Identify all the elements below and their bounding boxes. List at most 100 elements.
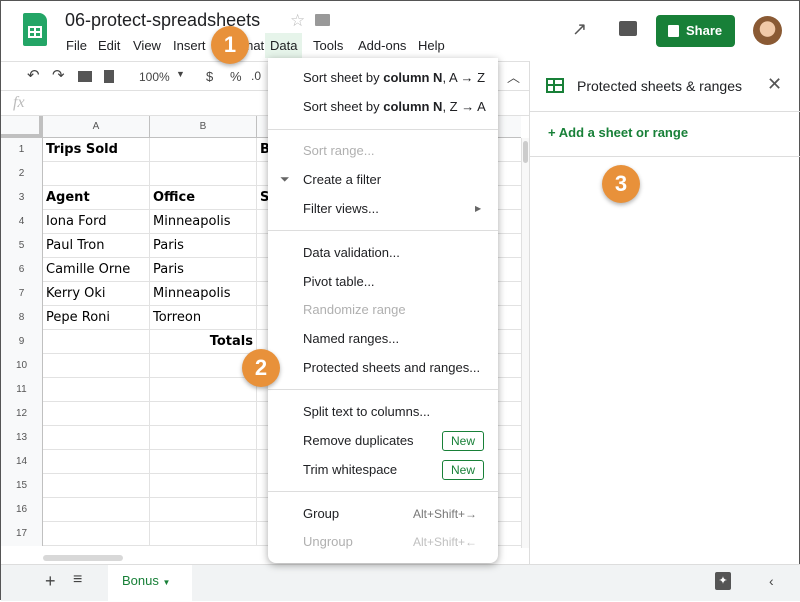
- cell-a[interactable]: [43, 450, 150, 474]
- menu-data[interactable]: Data: [265, 33, 303, 58]
- cell-b[interactable]: Minneapolis: [150, 282, 257, 306]
- cell-a[interactable]: Pepe Roni: [43, 306, 150, 330]
- row-header[interactable]: 17: [1, 522, 43, 546]
- cell-a[interactable]: Paul Tron: [43, 234, 150, 258]
- menu-item-pivot-table[interactable]: Pivot table...: [303, 274, 375, 289]
- cell-b[interactable]: [150, 522, 257, 546]
- horizontal-scrollbar[interactable]: [43, 555, 123, 561]
- paint-format-icon[interactable]: [104, 70, 114, 83]
- row-header[interactable]: 4: [1, 210, 43, 234]
- cell-b[interactable]: [150, 426, 257, 450]
- menu-addons[interactable]: Add-ons: [358, 38, 406, 53]
- cell-b[interactable]: [150, 378, 257, 402]
- row-header[interactable]: 15: [1, 474, 43, 498]
- cell-a[interactable]: [43, 402, 150, 426]
- redo-icon[interactable]: ↷: [52, 66, 65, 84]
- collapse-toolbar-icon[interactable]: ︿: [507, 67, 520, 86]
- row-header[interactable]: 2: [1, 162, 43, 186]
- cell-a[interactable]: Trips Sold: [43, 138, 150, 162]
- menu-item-protected-sheets[interactable]: Protected sheets and ranges...: [303, 360, 480, 375]
- menu-tools[interactable]: Tools: [313, 38, 343, 53]
- row-header[interactable]: 13: [1, 426, 43, 450]
- cell-a[interactable]: Camille Orne: [43, 258, 150, 282]
- comments-icon[interactable]: [619, 21, 637, 36]
- cell-a[interactable]: [43, 498, 150, 522]
- menu-item-trim-whitespace[interactable]: Trim whitespace: [303, 462, 397, 477]
- select-all-corner[interactable]: [1, 116, 43, 138]
- cell-b[interactable]: Minneapolis: [150, 210, 257, 234]
- menu-item-filter-views[interactable]: Filter views...: [303, 201, 379, 216]
- zoom-select[interactable]: 100%: [139, 70, 170, 84]
- cell-b[interactable]: Totals: [150, 330, 257, 354]
- row-header[interactable]: 16: [1, 498, 43, 522]
- collapse-panel-icon[interactable]: ‹: [769, 573, 774, 589]
- print-icon[interactable]: [78, 71, 92, 82]
- add-sheet-or-range-button[interactable]: + Add a sheet or range: [548, 125, 688, 140]
- undo-icon[interactable]: ↶: [27, 66, 40, 84]
- menu-item-group[interactable]: Group: [303, 506, 339, 521]
- sheet-tab-bonus[interactable]: Bonus ▼: [108, 565, 192, 602]
- cell-b[interactable]: Paris: [150, 234, 257, 258]
- cell-b[interactable]: [150, 498, 257, 522]
- menu-item-sort-az[interactable]: Sort sheet by column N, A → Z: [303, 70, 485, 85]
- vertical-scrollbar[interactable]: [521, 138, 529, 548]
- row-header[interactable]: 10: [1, 354, 43, 378]
- cell-a[interactable]: [43, 522, 150, 546]
- cell-b[interactable]: Office: [150, 186, 257, 210]
- menu-edit[interactable]: Edit: [98, 38, 120, 53]
- cell-b[interactable]: [150, 450, 257, 474]
- menu-item-create-filter[interactable]: Create a filter: [303, 172, 381, 187]
- cell-b[interactable]: [150, 354, 257, 378]
- sheets-logo[interactable]: [23, 13, 47, 46]
- currency-button[interactable]: $: [206, 69, 213, 84]
- folder-icon[interactable]: [315, 14, 330, 26]
- menu-item-split-text[interactable]: Split text to columns...: [303, 404, 430, 419]
- avatar[interactable]: [753, 16, 782, 45]
- row-header[interactable]: 14: [1, 450, 43, 474]
- all-sheets-icon[interactable]: ≡: [73, 571, 82, 589]
- row-header[interactable]: 5: [1, 234, 43, 258]
- menu-insert[interactable]: Insert: [173, 38, 206, 53]
- cell-a[interactable]: [43, 354, 150, 378]
- cell-b[interactable]: Torreon: [150, 306, 257, 330]
- cell-a[interactable]: Iona Ford: [43, 210, 150, 234]
- row-header[interactable]: 1: [1, 138, 43, 162]
- menu-help[interactable]: Help: [418, 38, 445, 53]
- decrease-decimal-button[interactable]: .0: [251, 69, 261, 83]
- menu-view[interactable]: View: [133, 38, 161, 53]
- cell-a[interactable]: Kerry Oki: [43, 282, 150, 306]
- close-icon[interactable]: ✕: [767, 74, 782, 95]
- cell-b[interactable]: [150, 474, 257, 498]
- row-header[interactable]: 3: [1, 186, 43, 210]
- cell-a[interactable]: [43, 426, 150, 450]
- star-icon[interactable]: ☆: [290, 11, 305, 31]
- menu-item-sort-za[interactable]: Sort sheet by column N, Z → A: [303, 99, 486, 114]
- explore-icon[interactable]: ✦: [715, 572, 731, 590]
- row-header[interactable]: 6: [1, 258, 43, 282]
- cell-a[interactable]: [43, 162, 150, 186]
- cell-a[interactable]: [43, 378, 150, 402]
- activity-icon[interactable]: ↗: [572, 19, 587, 40]
- cell-b[interactable]: Paris: [150, 258, 257, 282]
- menu-file[interactable]: File: [66, 38, 87, 53]
- column-header-a[interactable]: A: [43, 116, 150, 138]
- cell-a[interactable]: Agent: [43, 186, 150, 210]
- row-header[interactable]: 8: [1, 306, 43, 330]
- cell-b[interactable]: [150, 402, 257, 426]
- row-header[interactable]: 12: [1, 402, 43, 426]
- menu-item-data-validation[interactable]: Data validation...: [303, 245, 400, 260]
- column-header-b[interactable]: B: [150, 116, 257, 138]
- cell-a[interactable]: [43, 330, 150, 354]
- row-header[interactable]: 11: [1, 378, 43, 402]
- menu-item-remove-duplicates[interactable]: Remove duplicates: [303, 433, 414, 448]
- percent-button[interactable]: %: [230, 69, 242, 84]
- share-button[interactable]: Share: [656, 15, 735, 47]
- cell-b[interactable]: [150, 138, 257, 162]
- cell-b[interactable]: [150, 162, 257, 186]
- add-sheet-icon[interactable]: +: [45, 571, 56, 592]
- row-header[interactable]: 9: [1, 330, 43, 354]
- menu-item-named-ranges[interactable]: Named ranges...: [303, 331, 399, 346]
- chevron-down-icon[interactable]: ▼: [176, 69, 185, 79]
- cell-a[interactable]: [43, 474, 150, 498]
- row-header[interactable]: 7: [1, 282, 43, 306]
